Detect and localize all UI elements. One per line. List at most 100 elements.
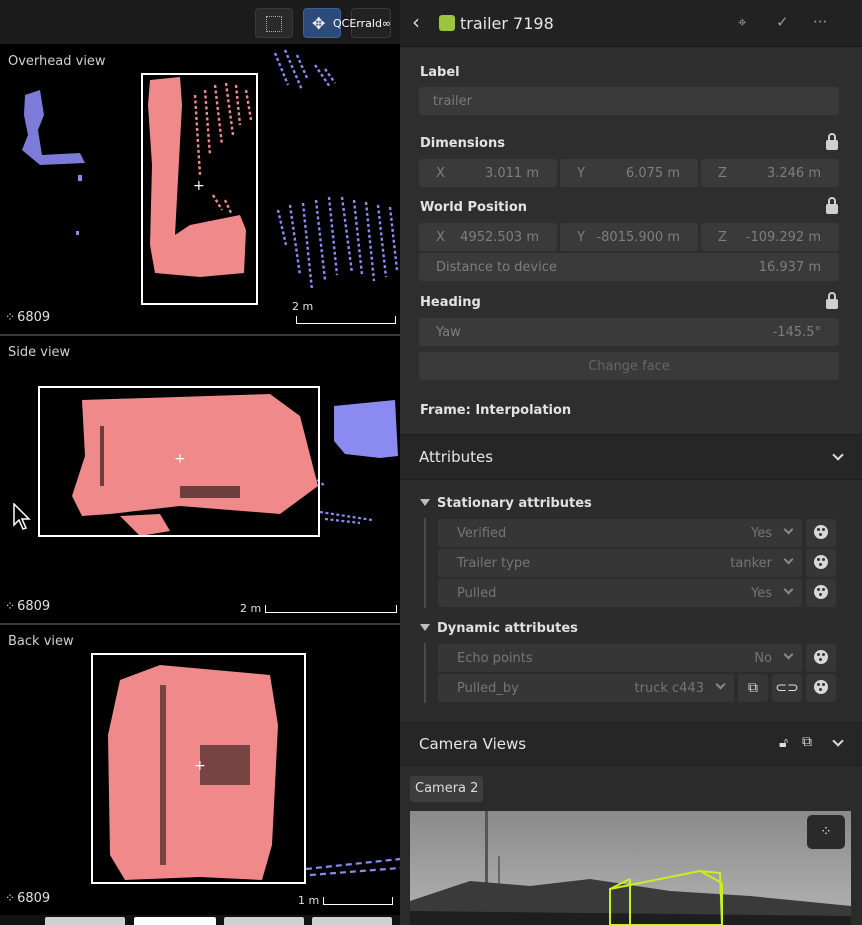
field-key: Yaw bbox=[436, 325, 461, 340]
group-indent-line bbox=[424, 643, 426, 703]
camera-points-toggle-button[interactable]: ⁘ bbox=[807, 815, 845, 849]
link-icon: ⊂⊃ bbox=[775, 680, 799, 696]
field-value: 6.075 m bbox=[625, 166, 680, 181]
point-count: ⁘ 6809 bbox=[5, 891, 50, 906]
triangle-down-icon bbox=[420, 624, 430, 631]
properties-panel: ‹ trailer 7198 ⌖ ✓ ··· Label trailer Dim… bbox=[400, 0, 862, 925]
bottom-tab[interactable] bbox=[45, 917, 125, 925]
distance-to-device-field: Distance to device 16.937 m bbox=[419, 253, 839, 281]
viewport-pane: ✥ QCErrald∞ + Overhead view ⁘ 6809 2 m +… bbox=[0, 0, 400, 925]
palette-button[interactable] bbox=[806, 519, 836, 547]
bottom-tab[interactable] bbox=[134, 917, 216, 925]
back-view[interactable]: + Back view ⁘ 6809 1 m bbox=[0, 625, 400, 915]
points-icon: ⁘ bbox=[5, 599, 16, 613]
palette-button[interactable] bbox=[806, 579, 836, 607]
bottom-tab[interactable] bbox=[312, 917, 392, 925]
scale-label: 2 m bbox=[240, 602, 262, 615]
field-key: Y bbox=[577, 166, 585, 181]
camera-views-section-header[interactable]: Camera Views 🔓︎ ⧉ bbox=[400, 722, 862, 766]
attribute-select[interactable]: Pulled_by truck c443 bbox=[438, 674, 734, 702]
dimension-x-field[interactable]: X 3.011 m bbox=[419, 159, 557, 187]
chevron-down-icon bbox=[783, 649, 794, 660]
chevron-down-icon bbox=[783, 584, 794, 595]
overhead-view[interactable]: + Overhead view ⁘ 6809 2 m bbox=[0, 45, 400, 334]
chevron-down-icon bbox=[783, 524, 794, 535]
palette-icon bbox=[814, 555, 828, 569]
external-link-icon: ⧉ bbox=[748, 680, 758, 696]
change-face-button[interactable]: Change face bbox=[419, 352, 839, 380]
attributes-body: Stationary attributes Verified Yes Traile… bbox=[400, 480, 862, 722]
yaw-field[interactable]: Yaw -145.5° bbox=[419, 318, 839, 346]
open-external-button[interactable]: ⧉ bbox=[738, 674, 768, 702]
lock-icon[interactable]: 🔓︎ bbox=[779, 735, 788, 751]
palette-button[interactable] bbox=[806, 674, 836, 702]
scale-bar: 2 m bbox=[240, 602, 398, 615]
field-value: 3.246 m bbox=[766, 166, 821, 181]
palette-button[interactable] bbox=[806, 644, 836, 672]
move-cross-icon: ✥ bbox=[312, 14, 326, 33]
attribute-select[interactable]: Verified Yes bbox=[438, 519, 802, 547]
select-tool-button[interactable] bbox=[255, 8, 293, 38]
field-key: X bbox=[436, 166, 445, 181]
world-position-heading: World Position bbox=[420, 200, 528, 215]
lock-icon[interactable] bbox=[826, 197, 838, 214]
position-z-field[interactable]: Z -109.292 m bbox=[701, 223, 839, 251]
chevron-down-icon[interactable] bbox=[832, 735, 844, 747]
field-key: Z bbox=[718, 166, 727, 181]
point-count: ⁘ 6809 bbox=[5, 599, 50, 614]
view-title: Overhead view bbox=[8, 54, 106, 69]
field-key: Distance to device bbox=[436, 260, 557, 275]
attributes-section-header[interactable]: Attributes bbox=[400, 434, 862, 480]
move-tool-label: QCErrald∞ bbox=[333, 17, 392, 30]
side-view[interactable]: + Side view ⁘ 6809 2 m bbox=[0, 336, 400, 623]
position-y-field[interactable]: Y -8015.900 m bbox=[560, 223, 698, 251]
attribute-select[interactable]: Trailer type tanker bbox=[438, 549, 802, 577]
external-link-icon[interactable]: ⧉ bbox=[802, 734, 812, 750]
scale-bar: 1 m bbox=[298, 894, 394, 907]
object-title: trailer 7198 bbox=[460, 14, 554, 33]
frame-interpolation-text: Frame: Interpolation bbox=[420, 403, 572, 418]
attribute-key: Trailer type bbox=[457, 556, 531, 571]
points-icon: ⁘ bbox=[5, 310, 16, 324]
label-input[interactable]: trailer bbox=[419, 87, 839, 115]
palette-icon bbox=[814, 585, 828, 599]
bottom-tab-strip bbox=[0, 915, 400, 925]
bottom-tab[interactable] bbox=[224, 917, 304, 925]
back-arrow-icon[interactable]: ‹ bbox=[412, 10, 420, 34]
attribute-select[interactable]: Echo points No bbox=[438, 644, 802, 672]
field-value: 3.011 m bbox=[484, 166, 539, 181]
link-button[interactable]: ⊂⊃ bbox=[772, 674, 802, 702]
more-options-icon[interactable]: ··· bbox=[813, 13, 827, 31]
field-value: 16.937 m bbox=[758, 260, 821, 275]
camera-image[interactable]: ⁘ bbox=[410, 811, 851, 925]
palette-icon bbox=[814, 680, 828, 694]
dynamic-attributes-toggle[interactable]: Dynamic attributes bbox=[420, 621, 578, 636]
stationary-attributes-toggle[interactable]: Stationary attributes bbox=[420, 496, 592, 511]
attribute-select[interactable]: Pulled Yes bbox=[438, 579, 802, 607]
attribute-value: truck c443 bbox=[634, 681, 704, 696]
camera-scene bbox=[410, 811, 851, 925]
box-center-marker: + bbox=[194, 758, 206, 774]
points-icon: ⁘ bbox=[5, 891, 16, 905]
palette-icon bbox=[814, 525, 828, 539]
check-icon[interactable]: ✓ bbox=[776, 13, 789, 31]
chevron-down-icon[interactable] bbox=[832, 449, 844, 461]
attribute-key: Pulled_by bbox=[457, 681, 519, 696]
lock-icon[interactable] bbox=[826, 133, 838, 150]
dimension-y-field[interactable]: Y 6.075 m bbox=[560, 159, 698, 187]
palette-button[interactable] bbox=[806, 549, 836, 577]
heading-heading: Heading bbox=[420, 295, 481, 310]
attribute-key: Echo points bbox=[457, 651, 533, 666]
point-count-value: 6809 bbox=[17, 599, 51, 614]
attribute-key: Verified bbox=[457, 526, 507, 541]
attribute-value: Yes bbox=[751, 526, 772, 541]
scale-bar: 2 m bbox=[292, 300, 400, 326]
viewport-toolbar: ✥ QCErrald∞ bbox=[0, 0, 400, 44]
point-count-value: 6809 bbox=[17, 891, 51, 906]
position-x-field[interactable]: X 4952.503 m bbox=[419, 223, 557, 251]
lock-icon[interactable] bbox=[826, 292, 838, 309]
dotted-select-icon bbox=[266, 16, 282, 32]
locate-icon[interactable]: ⌖ bbox=[738, 13, 746, 31]
camera-select-button[interactable]: Camera 2 bbox=[410, 776, 484, 802]
dimension-z-field[interactable]: Z 3.246 m bbox=[701, 159, 839, 187]
